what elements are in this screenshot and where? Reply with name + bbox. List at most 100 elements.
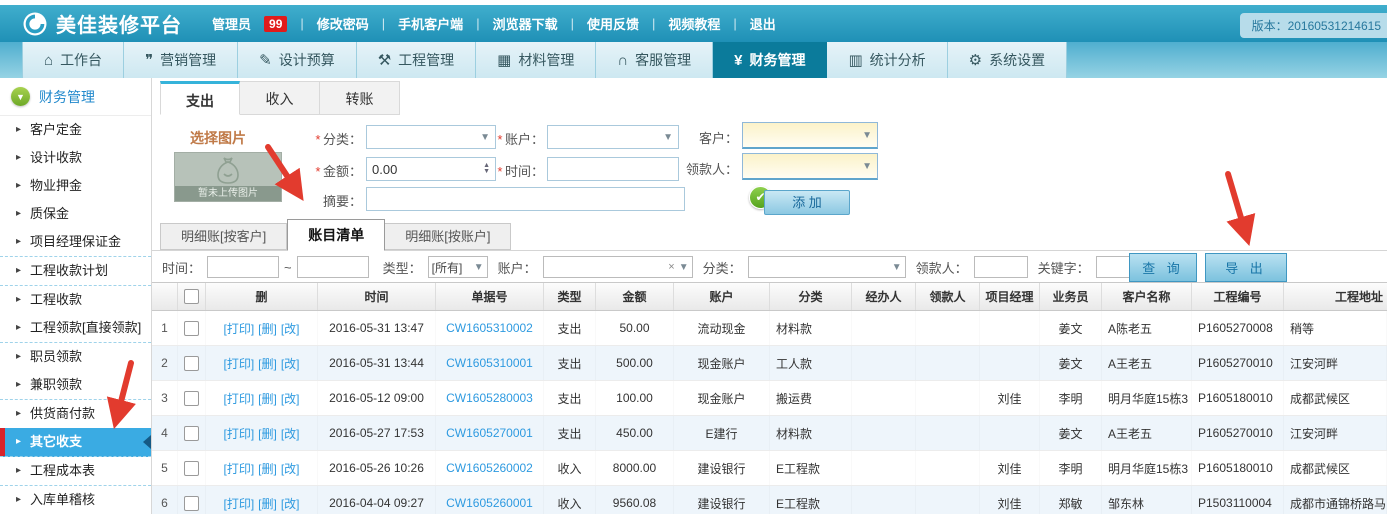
- time-to-input[interactable]: [297, 256, 369, 278]
- image-upload-box[interactable]: 暂未上传图片: [174, 152, 282, 202]
- cell-bill-no[interactable]: CW1605280003: [436, 381, 544, 415]
- topbar-link-使用反馈[interactable]: 使用反馈: [587, 14, 639, 33]
- admin-link[interactable]: 管理员: [212, 14, 251, 33]
- print-link[interactable]: [打印]: [223, 390, 254, 407]
- delete-link[interactable]: [删]: [258, 355, 277, 372]
- cell-account: 建设银行: [674, 451, 770, 485]
- row-checkbox[interactable]: [184, 321, 199, 336]
- category-label: *分类：: [292, 129, 362, 148]
- sidebar-item-quality-deposit[interactable]: 质保金: [0, 200, 151, 228]
- topbar-link-浏览器下载[interactable]: 浏览器下载: [493, 14, 558, 33]
- subtab-detail-by-customer[interactable]: 明细账[按客户]: [160, 223, 287, 250]
- nav-tab-system-settings[interactable]: ⚙系统设置: [948, 42, 1067, 78]
- summary-input[interactable]: [366, 187, 685, 211]
- header-checkbox-cell: [178, 283, 206, 310]
- sidebar-item-project-receipts[interactable]: 工程收款: [0, 286, 151, 314]
- sidebar-item-project-withdrawal[interactable]: 工程领款[直接领款]: [0, 314, 151, 343]
- topbar-link-修改密码[interactable]: 修改密码: [317, 14, 369, 33]
- cell-customer: 明月华庭15栋3: [1102, 451, 1192, 485]
- sidebar-item-other-income-expense[interactable]: 其它收支: [0, 428, 151, 457]
- delete-link[interactable]: [删]: [258, 495, 277, 512]
- cell-handler: [852, 416, 916, 450]
- print-link[interactable]: [打印]: [223, 425, 254, 442]
- notification-badge[interactable]: 99: [264, 16, 287, 32]
- sidebar-header[interactable]: ▼ 财务管理: [0, 78, 151, 116]
- tab-expense[interactable]: 支出: [160, 81, 240, 115]
- clear-icon[interactable]: ×: [664, 261, 678, 273]
- delete-link[interactable]: [删]: [258, 390, 277, 407]
- sidebar-item-pm-guarantee[interactable]: 项目经理保证金: [0, 228, 151, 257]
- sidebar-item-property-deposit[interactable]: 物业押金: [0, 172, 151, 200]
- account-combo[interactable]: ×▼: [543, 256, 693, 278]
- sidebar: ▼ 财务管理 客户定金设计收款物业押金质保金项目经理保证金工程收款计划工程收款工…: [0, 78, 152, 514]
- delete-link[interactable]: [删]: [258, 320, 277, 337]
- sidebar-item-design-payment[interactable]: 设计收款: [0, 144, 151, 172]
- nav-tab-project-management[interactable]: ⚒工程管理: [357, 42, 476, 78]
- cell-bill-no[interactable]: CW1605310002: [436, 311, 544, 345]
- row-checkbox[interactable]: [184, 391, 199, 406]
- account-select[interactable]: ▼: [547, 125, 679, 149]
- row-checkbox[interactable]: [184, 426, 199, 441]
- payee-select[interactable]: ▼: [742, 153, 878, 180]
- delete-link[interactable]: [删]: [258, 425, 277, 442]
- payee-filter-input[interactable]: [974, 256, 1028, 278]
- sidebar-item-inbound-audit[interactable]: 入库单稽核: [0, 486, 151, 514]
- print-link[interactable]: [打印]: [223, 320, 254, 337]
- export-button[interactable]: 导 出: [1205, 253, 1287, 282]
- subtab-account-list[interactable]: 账目清单: [287, 219, 385, 251]
- edit-link[interactable]: [改]: [281, 425, 300, 442]
- tab-transfer[interactable]: 转账: [320, 81, 400, 115]
- delete-link[interactable]: [删]: [258, 460, 277, 477]
- amount-input[interactable]: 0.00▲▼: [366, 157, 496, 181]
- print-link[interactable]: [打印]: [223, 495, 254, 512]
- active-notch-icon: [143, 435, 151, 449]
- cell-category: E工程款: [770, 451, 852, 485]
- topbar-link-退出[interactable]: 退出: [750, 14, 776, 33]
- edit-link[interactable]: [改]: [281, 495, 300, 512]
- sidebar-item-customer-deposit[interactable]: 客户定金: [0, 116, 151, 144]
- edit-link[interactable]: [改]: [281, 390, 300, 407]
- row-number: 1: [152, 311, 178, 345]
- edit-link[interactable]: [改]: [281, 320, 300, 337]
- subtab-detail-by-account[interactable]: 明细账[按账户]: [385, 223, 511, 250]
- row-checkbox[interactable]: [184, 496, 199, 511]
- row-checkbox[interactable]: [184, 356, 199, 371]
- sidebar-item-project-cost-table[interactable]: 工程成本表: [0, 457, 151, 486]
- print-link[interactable]: [打印]: [223, 460, 254, 477]
- category-filter-select[interactable]: ▼: [748, 256, 906, 278]
- nav-tab-customer-service[interactable]: ∩客服管理: [596, 42, 713, 78]
- select-all-checkbox[interactable]: [184, 289, 199, 304]
- time-from-input[interactable]: [207, 256, 279, 278]
- nav-tab-materials[interactable]: ▦材料管理: [476, 42, 596, 78]
- sidebar-item-parttime-withdrawal[interactable]: 兼职领款: [0, 371, 151, 400]
- cell-bill-no[interactable]: CW1605270001: [436, 416, 544, 450]
- sidebar-item-project-payment-plan[interactable]: 工程收款计划: [0, 257, 151, 286]
- sidebar-item-staff-withdrawal[interactable]: 职员领款: [0, 343, 151, 371]
- nav-tab-marketing[interactable]: ❞营销管理: [124, 42, 238, 78]
- print-link[interactable]: [打印]: [223, 355, 254, 372]
- edit-link[interactable]: [改]: [281, 355, 300, 372]
- cell-bill-no[interactable]: CW1605260002: [436, 451, 544, 485]
- time-input[interactable]: [547, 157, 679, 181]
- cell-bill-no[interactable]: CW1605260001: [436, 486, 544, 514]
- type-select[interactable]: [所有]▼: [428, 256, 488, 278]
- topbar-link-视频教程[interactable]: 视频教程: [668, 14, 720, 33]
- choose-image-label[interactable]: 选择图片: [190, 128, 246, 148]
- add-button[interactable]: 添 加: [764, 190, 850, 215]
- topbar-link-手机客户端[interactable]: 手机客户端: [398, 14, 463, 33]
- customer-select[interactable]: ▼: [742, 122, 878, 149]
- cell-project-no: P1605180010: [1192, 381, 1284, 415]
- search-button[interactable]: 查 询: [1129, 253, 1197, 282]
- nav-tab-statistics[interactable]: ▥统计分析: [827, 42, 947, 78]
- nav-tab-design-budget[interactable]: ✎设计预算: [238, 42, 357, 78]
- cell-payee: [916, 381, 980, 415]
- cell-bill-no[interactable]: CW1605310001: [436, 346, 544, 380]
- sidebar-item-supplier-payment[interactable]: 供货商付款: [0, 400, 151, 428]
- tab-income[interactable]: 收入: [240, 81, 320, 115]
- row-checkbox[interactable]: [184, 461, 199, 476]
- nav-tab-finance[interactable]: ¥财务管理: [713, 42, 827, 78]
- category-select[interactable]: ▼: [366, 125, 496, 149]
- nav-tab-workbench[interactable]: ⌂工作台: [22, 42, 124, 78]
- edit-link[interactable]: [改]: [281, 460, 300, 477]
- required-mark: *: [315, 132, 320, 147]
